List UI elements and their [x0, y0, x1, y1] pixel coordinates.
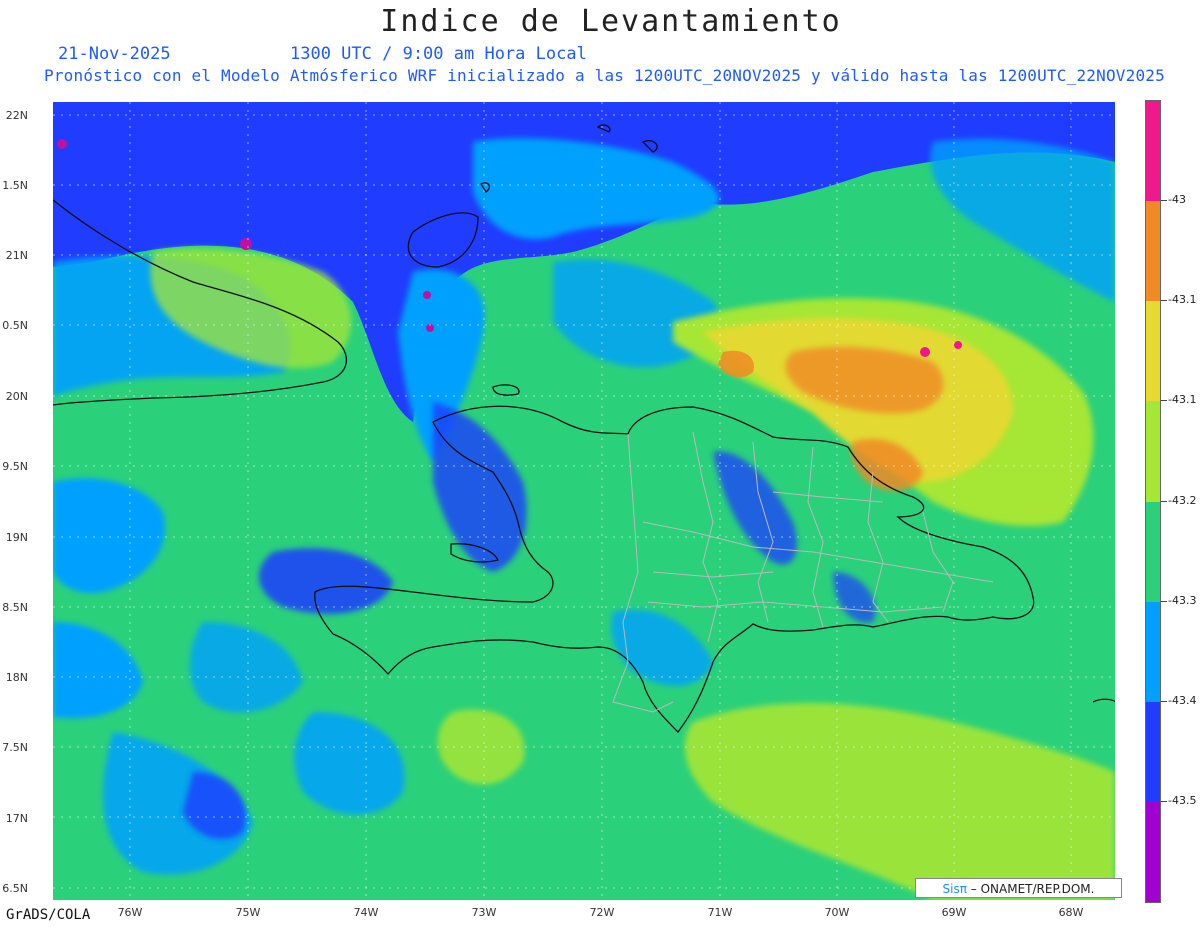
lat-label: 20N [5, 390, 28, 403]
lon-label: 73W [471, 906, 497, 919]
legend-label: -43 [1168, 193, 1186, 207]
legend-color-cell [1146, 801, 1160, 902]
lat-label: 7.5N [2, 741, 28, 754]
legend-label: -43.3 [1168, 593, 1197, 607]
credit-text: – ONAMET/REP.DOM. [970, 882, 1095, 896]
lat-label: 21N [5, 249, 28, 262]
legend-color-cell [1146, 501, 1160, 602]
onamet-credit: Sisπ – ONAMET/REP.DOM. [915, 878, 1122, 898]
lon-label: 68W [1058, 906, 1084, 919]
legend-label: -43.5 [1168, 793, 1197, 807]
legend-color-cell [1146, 101, 1160, 202]
legend-label: -43.2 [1168, 493, 1197, 507]
color-scale-legend [1145, 100, 1161, 903]
legend-label: -43.4 [1168, 693, 1197, 707]
grads-brand: GrADS/COLA [6, 907, 91, 923]
legend-tick [1161, 700, 1167, 702]
lat-label: 17N [5, 812, 28, 825]
legend-color-cell [1146, 701, 1160, 802]
lon-label: 69W [941, 906, 967, 919]
lat-label: 0.5N [2, 319, 28, 332]
legend-color-cell [1146, 301, 1160, 402]
legend-color-cell [1146, 601, 1160, 702]
legend-tick [1161, 300, 1167, 302]
lat-label: 18N [5, 671, 28, 684]
legend-color-cell [1146, 401, 1160, 502]
lat-label: 9.5N [2, 460, 28, 473]
legend-tick [1161, 800, 1167, 802]
lon-label: 70W [824, 906, 850, 919]
map-title: Indice de Levantamiento [380, 4, 842, 39]
lat-label: 22N [5, 109, 28, 122]
lat-label: 6.5N [2, 882, 28, 895]
date-label: 21-Nov-2025 [58, 44, 171, 64]
legend-label: -43.1 [1168, 293, 1197, 307]
lat-label: 19N [5, 531, 28, 544]
legend-tick [1161, 600, 1167, 602]
legend-color-cell [1146, 201, 1160, 302]
forecast-description: Pronóstico con el Modelo Atmósferico WRF… [44, 66, 1165, 85]
lon-label: 75W [235, 906, 261, 919]
time-label: 1300 UTC / 9:00 am Hora Local [290, 44, 587, 64]
lat-label: 8.5N [2, 601, 28, 614]
sisp-logo: Sisπ [942, 882, 967, 896]
lon-label: 74W [353, 906, 379, 919]
map-field [53, 102, 1115, 900]
lon-label: 71W [707, 906, 733, 919]
lat-label: 1.5N [2, 179, 28, 192]
legend-tick [1161, 500, 1167, 502]
legend-tick [1161, 200, 1167, 202]
lifted-index-map [53, 102, 1115, 900]
legend-label: -43.1 [1168, 393, 1197, 407]
lon-label: 72W [589, 906, 615, 919]
lon-label: 76W [117, 906, 143, 919]
legend-tick [1161, 400, 1167, 402]
